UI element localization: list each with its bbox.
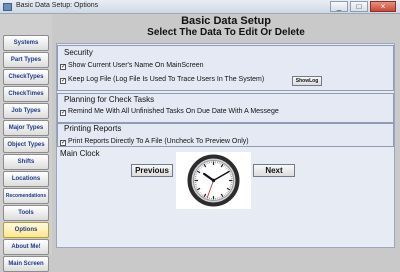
main-clock-title: Main Clock <box>60 149 100 158</box>
sidebar-item-options[interactable]: Options <box>3 222 49 238</box>
minimize-button[interactable]: _ <box>330 1 348 12</box>
sidebar-item-major-types[interactable]: Major Types <box>3 120 49 136</box>
print-direct-checkbox[interactable] <box>60 140 66 146</box>
sidebar-item-tools[interactable]: Tools <box>3 205 49 221</box>
maximize-button[interactable]: □ <box>350 1 368 12</box>
sidebar-item-systems[interactable]: Systems <box>3 35 49 51</box>
window-title: Basic Data Setup: Options <box>16 2 98 9</box>
close-button[interactable]: × <box>370 1 396 12</box>
sidebar-item-recomendations[interactable]: Recomendations <box>3 188 49 204</box>
show-user-checkbox[interactable] <box>60 64 66 70</box>
security-title: Security <box>64 48 93 57</box>
sidebar-item-part-types[interactable]: Part Types <box>3 52 49 68</box>
print-direct-label: Print Reports Directly To A File (Unchec… <box>68 138 249 145</box>
page-subtitle: Select The Data To Edit Or Delete <box>52 27 400 38</box>
previous-button[interactable]: Previous <box>131 164 173 177</box>
page-title: Basic Data Setup <box>52 15 400 27</box>
sidebar-item-main-screen[interactable]: Main Screen <box>3 256 49 272</box>
showlog-button[interactable]: ShowLog <box>292 76 322 86</box>
planning-title: Planning for Check Tasks <box>64 95 154 104</box>
clock-icon <box>176 152 251 209</box>
sidebar: Systems Part Types CheckTypes CheckTimes… <box>0 14 52 255</box>
next-button[interactable]: Next <box>253 164 295 177</box>
sidebar-item-checktypes[interactable]: CheckTypes <box>3 69 49 85</box>
keep-log-checkbox[interactable] <box>60 78 66 84</box>
sidebar-item-about-me[interactable]: About Me! <box>3 239 49 255</box>
sidebar-item-shifts[interactable]: Shifts <box>3 154 49 170</box>
app-icon <box>3 3 12 11</box>
printing-title: Printing Reports <box>64 124 121 133</box>
sidebar-item-locations[interactable]: Locations <box>3 171 49 187</box>
sidebar-item-job-types[interactable]: Job Types <box>3 103 49 119</box>
keep-log-label: Keep Log File (Log File Is Used To Trace… <box>68 76 264 83</box>
show-user-label: Show Current User's Name On MainScreen <box>68 62 204 69</box>
sidebar-item-object-types[interactable]: Object Types <box>3 137 49 153</box>
sidebar-item-checktimes[interactable]: CheckTimes <box>3 86 49 102</box>
remind-label: Remind Me With All Unfinished Tasks On D… <box>68 108 279 115</box>
clock-preview <box>176 152 251 209</box>
remind-checkbox[interactable] <box>60 110 66 116</box>
